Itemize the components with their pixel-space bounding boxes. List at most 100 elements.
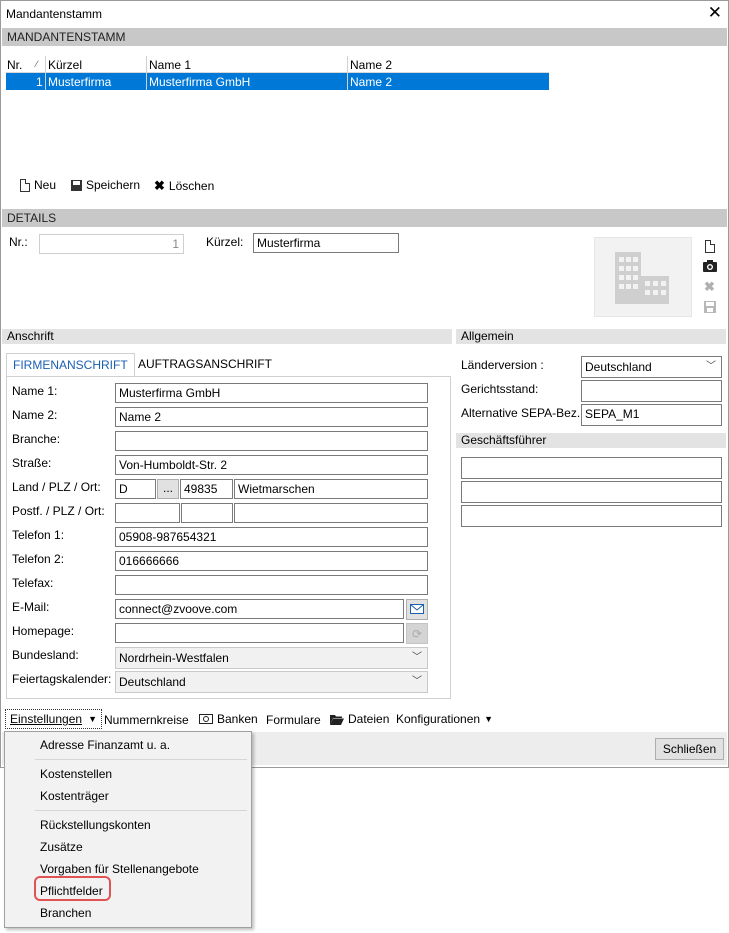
main-window: Mandantenstamm ✕ MANDANTENSTAMM Nr. ⁄ Kü… bbox=[0, 0, 729, 768]
new-button[interactable]: Neu bbox=[20, 178, 56, 192]
section-header-mandantenstamm: MANDANTENSTAMM bbox=[2, 28, 727, 46]
open-homepage-button[interactable]: ⟳ bbox=[406, 623, 428, 644]
menu-item-adresse-finanzamt[interactable]: Adresse Finanzamt u. a. bbox=[40, 738, 170, 752]
cell-nr: 1 bbox=[36, 75, 43, 89]
close-icon[interactable]: ✕ bbox=[708, 4, 722, 22]
email-label: E-Mail: bbox=[12, 600, 50, 614]
einstellungen-dropdown-menu: Adresse Finanzamt u. a. Kostenstellen Ko… bbox=[4, 731, 252, 928]
bundesland-select[interactable]: Nordrhein-Westfalen ﹀ bbox=[115, 647, 428, 669]
column-separator bbox=[45, 56, 46, 90]
geschaeftsfuehrer-header: Geschäftsführer bbox=[456, 433, 726, 448]
chevron-down-icon: ▼ bbox=[484, 714, 493, 724]
strasse-field[interactable]: Von-Humboldt-Str. 2 bbox=[115, 455, 428, 475]
land-field[interactable]: D bbox=[115, 479, 156, 499]
laenderversion-value: Deutschland bbox=[585, 360, 652, 374]
telefon2-label: Telefon 2: bbox=[12, 552, 65, 566]
save-icon bbox=[71, 179, 82, 191]
homepage-label: Homepage: bbox=[12, 624, 75, 638]
name1-label: Name 1: bbox=[12, 384, 58, 398]
postfach-field[interactable] bbox=[115, 503, 180, 523]
column-header-kuerzel[interactable]: Kürzel bbox=[48, 58, 82, 72]
save-button[interactable]: Speichern bbox=[71, 178, 140, 192]
telefon1-field[interactable]: 05908-987654321 bbox=[115, 527, 428, 547]
remove-image-icon[interactable]: ✖ bbox=[704, 279, 715, 295]
branche-label: Branche: bbox=[12, 432, 61, 446]
menu-item-vorgaben-stellenangebote[interactable]: Vorgaben für Stellenangebote bbox=[40, 862, 199, 876]
column-separator bbox=[347, 56, 348, 90]
allgemein-header: Allgemein bbox=[456, 329, 726, 344]
cell-name2: Name 2 bbox=[350, 75, 393, 89]
name2-field[interactable]: Name 2 bbox=[115, 407, 428, 427]
telefax-field[interactable] bbox=[115, 575, 428, 595]
sepa-label: Alternative SEPA-Bez.: bbox=[461, 406, 584, 420]
chevron-down-icon: ▼ bbox=[88, 714, 97, 724]
nummernkreise-button[interactable]: Nummernkreise bbox=[104, 713, 189, 727]
land-picker-button[interactable]: ... bbox=[157, 479, 179, 499]
nr-label: Nr.: bbox=[9, 235, 28, 249]
link-icon: ⟳ bbox=[411, 627, 423, 641]
grid-header: Nr. ⁄ Kürzel Name 1 Name 2 bbox=[6, 56, 549, 73]
ort-field[interactable]: Wietmarschen bbox=[234, 479, 428, 499]
delete-button[interactable]: ✖ Löschen bbox=[154, 178, 214, 194]
telefon2-field[interactable]: 016666666 bbox=[115, 551, 428, 571]
postf-label: Postf. / PLZ / Ort: bbox=[12, 504, 105, 518]
cell-kuerzel: Musterfirma bbox=[48, 75, 112, 89]
menu-item-kostenstellen[interactable]: Kostenstellen bbox=[40, 767, 112, 781]
column-header-nr[interactable]: Nr. bbox=[7, 58, 22, 72]
geschaeftsfuehrer-field-2[interactable] bbox=[461, 481, 722, 503]
banken-button[interactable]: Banken bbox=[199, 712, 258, 726]
bundesland-value: Nordrhein-Westfalen bbox=[119, 651, 229, 665]
plz-field[interactable]: 49835 bbox=[180, 479, 233, 499]
menu-item-zusaetze[interactable]: Zusätze bbox=[40, 840, 83, 854]
postf-ort-field[interactable] bbox=[234, 503, 428, 523]
menu-item-rueckstellungskonten[interactable]: Rückstellungskonten bbox=[40, 818, 151, 832]
formulare-button[interactable]: Formulare bbox=[266, 713, 321, 727]
section-header-details: DETAILS bbox=[2, 209, 727, 227]
gerichtsstand-field[interactable] bbox=[581, 380, 722, 402]
kuerzel-field[interactable]: Musterfirma bbox=[253, 233, 399, 253]
konfigurationen-button[interactable]: Konfigurationen ▼ bbox=[396, 712, 493, 726]
column-header-name1[interactable]: Name 1 bbox=[149, 58, 191, 72]
new-image-icon[interactable] bbox=[705, 240, 715, 253]
einstellungen-label: Einstellungen bbox=[10, 712, 83, 726]
menu-separator bbox=[35, 810, 247, 811]
sepa-field[interactable]: SEPA_M1 bbox=[581, 404, 722, 426]
mail-icon bbox=[410, 604, 424, 614]
save-label: Speichern bbox=[86, 178, 141, 192]
save-image-icon[interactable] bbox=[704, 301, 716, 313]
send-email-button[interactable] bbox=[406, 599, 428, 620]
column-header-name2[interactable]: Name 2 bbox=[350, 58, 392, 72]
geschaeftsfuehrer-field-3[interactable] bbox=[461, 505, 722, 527]
sort-icon: ⁄ bbox=[36, 59, 38, 69]
geschaeftsfuehrer-field-1[interactable] bbox=[461, 457, 722, 479]
card-icon bbox=[199, 714, 213, 724]
einstellungen-menu-button[interactable]: Einstellungen ▼ bbox=[5, 709, 102, 729]
new-label: Neu bbox=[34, 178, 57, 192]
table-row[interactable]: 1 Musterfirma Musterfirma GmbH Name 2 bbox=[6, 73, 549, 90]
branche-field[interactable] bbox=[115, 431, 428, 451]
laenderversion-select[interactable]: Deutschland ﹀ bbox=[581, 356, 722, 378]
building-placeholder-icon bbox=[594, 237, 692, 317]
dateien-button[interactable]: Dateien bbox=[330, 712, 389, 726]
menu-item-kostentraeger[interactable]: Kostenträger bbox=[40, 789, 109, 803]
chevron-down-icon: ﹀ bbox=[412, 652, 422, 663]
tab-auftragsanschrift[interactable]: AUFTRAGSANSCHRIFT bbox=[132, 353, 278, 376]
chevron-down-icon: ﹀ bbox=[412, 676, 422, 687]
name1-field[interactable]: Musterfirma GmbH bbox=[115, 383, 428, 403]
menu-item-branchen[interactable]: Branchen bbox=[40, 906, 91, 920]
nr-field[interactable]: 1 bbox=[39, 234, 184, 254]
chevron-down-icon: ﹀ bbox=[706, 361, 716, 372]
telefax-label: Telefax: bbox=[12, 576, 54, 590]
feiertag-label: Feiertagskalender: bbox=[12, 672, 112, 686]
banken-label: Banken bbox=[217, 712, 258, 726]
strasse-label: Straße: bbox=[12, 456, 52, 470]
camera-icon[interactable] bbox=[703, 260, 717, 272]
tab-firmenanschrift[interactable]: FIRMENANSCHRIFT bbox=[6, 353, 135, 377]
email-field[interactable]: connect@zvoove.com bbox=[115, 599, 404, 619]
postf-plz-field[interactable] bbox=[181, 503, 233, 523]
close-button[interactable]: Schließen bbox=[655, 738, 724, 760]
delete-label: Löschen bbox=[168, 179, 215, 193]
land-plz-ort-label: Land / PLZ / Ort: bbox=[12, 480, 101, 494]
homepage-field[interactable] bbox=[115, 623, 404, 643]
feiertagskalender-select[interactable]: Deutschland ﹀ bbox=[115, 671, 428, 693]
